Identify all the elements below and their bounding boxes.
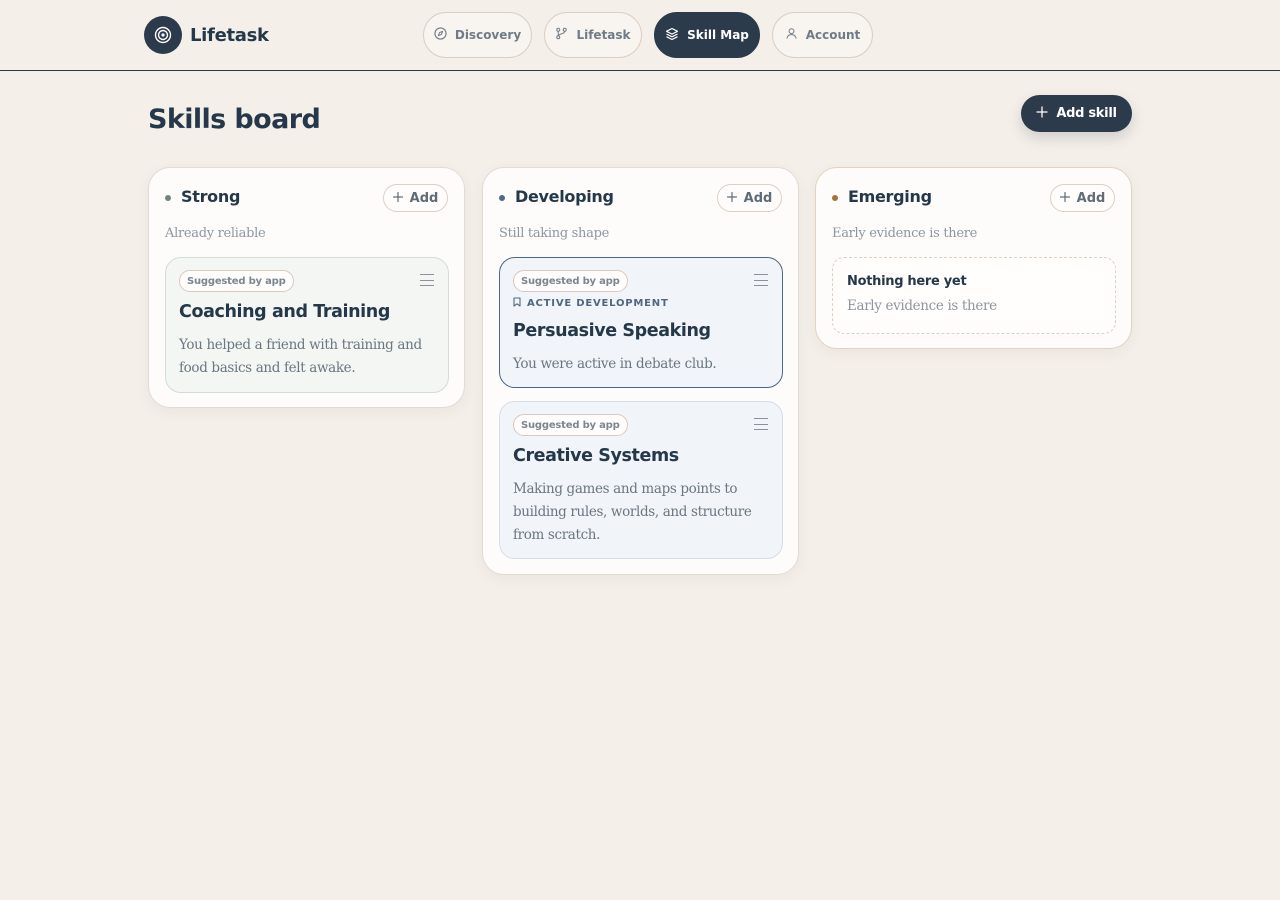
status-dot-icon [832, 195, 838, 201]
add-card-button[interactable]: Add [1050, 184, 1115, 212]
bookmark-icon [513, 297, 521, 310]
add-card-label: Add [743, 190, 773, 206]
plus-icon [392, 191, 403, 206]
drag-handle-icon[interactable] [420, 274, 434, 286]
skill-title: Creative Systems [513, 446, 679, 466]
add-skill-label: Add skill [1056, 106, 1117, 121]
column-subtitle: Still taking shape [499, 226, 609, 241]
branch-icon [555, 27, 568, 43]
column-subtitle: Early evidence is there [832, 226, 978, 241]
compass-icon [434, 27, 447, 43]
column-subtitle: Already reliable [165, 226, 266, 241]
column-title: Strong [181, 187, 241, 206]
status-dot-icon [499, 195, 505, 201]
column-strong: Strong Add Already reliable Suggested by… [148, 167, 465, 408]
layers-icon [665, 27, 679, 44]
suggested-badge: Suggested by app [179, 270, 294, 292]
skill-title: Coaching and Training [179, 302, 390, 322]
tab-label: Account [805, 28, 861, 42]
tab-skill-map[interactable]: Skill Map [654, 12, 760, 58]
plus-icon [1036, 105, 1049, 122]
add-card-button[interactable]: Add [717, 184, 782, 212]
tab-discovery[interactable]: Discovery [423, 12, 532, 58]
suggested-badge: Suggested by app [513, 414, 628, 436]
skill-description: Making games and maps points to building… [513, 481, 752, 543]
add-card-label: Add [1076, 190, 1106, 206]
skill-description: You were active in debate club. [513, 356, 717, 372]
add-card-button[interactable]: Add [383, 184, 448, 212]
plus-icon [726, 191, 737, 206]
empty-state: Nothing here yet Early evidence is there [832, 257, 1116, 334]
suggested-badge: Suggested by app [513, 270, 628, 292]
column-emerging: Emerging Add Early evidence is there Not… [815, 167, 1132, 349]
drag-handle-icon[interactable] [754, 418, 768, 430]
flag-label: ACTIVE DEVELOPMENT [527, 298, 669, 309]
column-title: Emerging [848, 187, 932, 206]
skill-description: You helped a friend with training and fo… [179, 337, 422, 376]
tab-lifetask[interactable]: Lifetask [544, 12, 642, 58]
top-bar: Lifetask Discovery Lifetask Skill Map Ac… [0, 0, 1280, 71]
tab-label: Lifetask [576, 28, 631, 42]
skill-card[interactable]: Suggested by app Creative Systems Making… [499, 401, 783, 559]
tab-label: Skill Map [687, 28, 749, 42]
empty-state-subtitle: Early evidence is there [847, 298, 997, 314]
plus-icon [1059, 191, 1070, 206]
target-logo-icon [144, 16, 182, 54]
drag-handle-icon[interactable] [754, 274, 768, 286]
column-title: Developing [515, 187, 614, 206]
column-developing: Developing Add Still taking shape Sugges… [482, 167, 799, 575]
add-skill-button[interactable]: Add skill [1021, 95, 1132, 132]
app-name: Lifetask [190, 24, 269, 46]
skill-card[interactable]: Suggested by app Coaching and Training Y… [165, 257, 449, 393]
page-title: Skills board [148, 104, 321, 135]
user-icon [785, 27, 798, 43]
active-development-flag: ACTIVE DEVELOPMENT [513, 297, 669, 310]
tab-account[interactable]: Account [772, 12, 873, 58]
skill-title: Persuasive Speaking [513, 321, 711, 341]
status-dot-icon [165, 195, 171, 201]
brand[interactable]: Lifetask [144, 16, 269, 54]
add-card-label: Add [409, 190, 439, 206]
skill-card[interactable]: Suggested by app ACTIVE DEVELOPMENT Pers… [499, 257, 783, 388]
tab-label: Discovery [454, 28, 522, 42]
empty-state-title: Nothing here yet [847, 274, 967, 289]
